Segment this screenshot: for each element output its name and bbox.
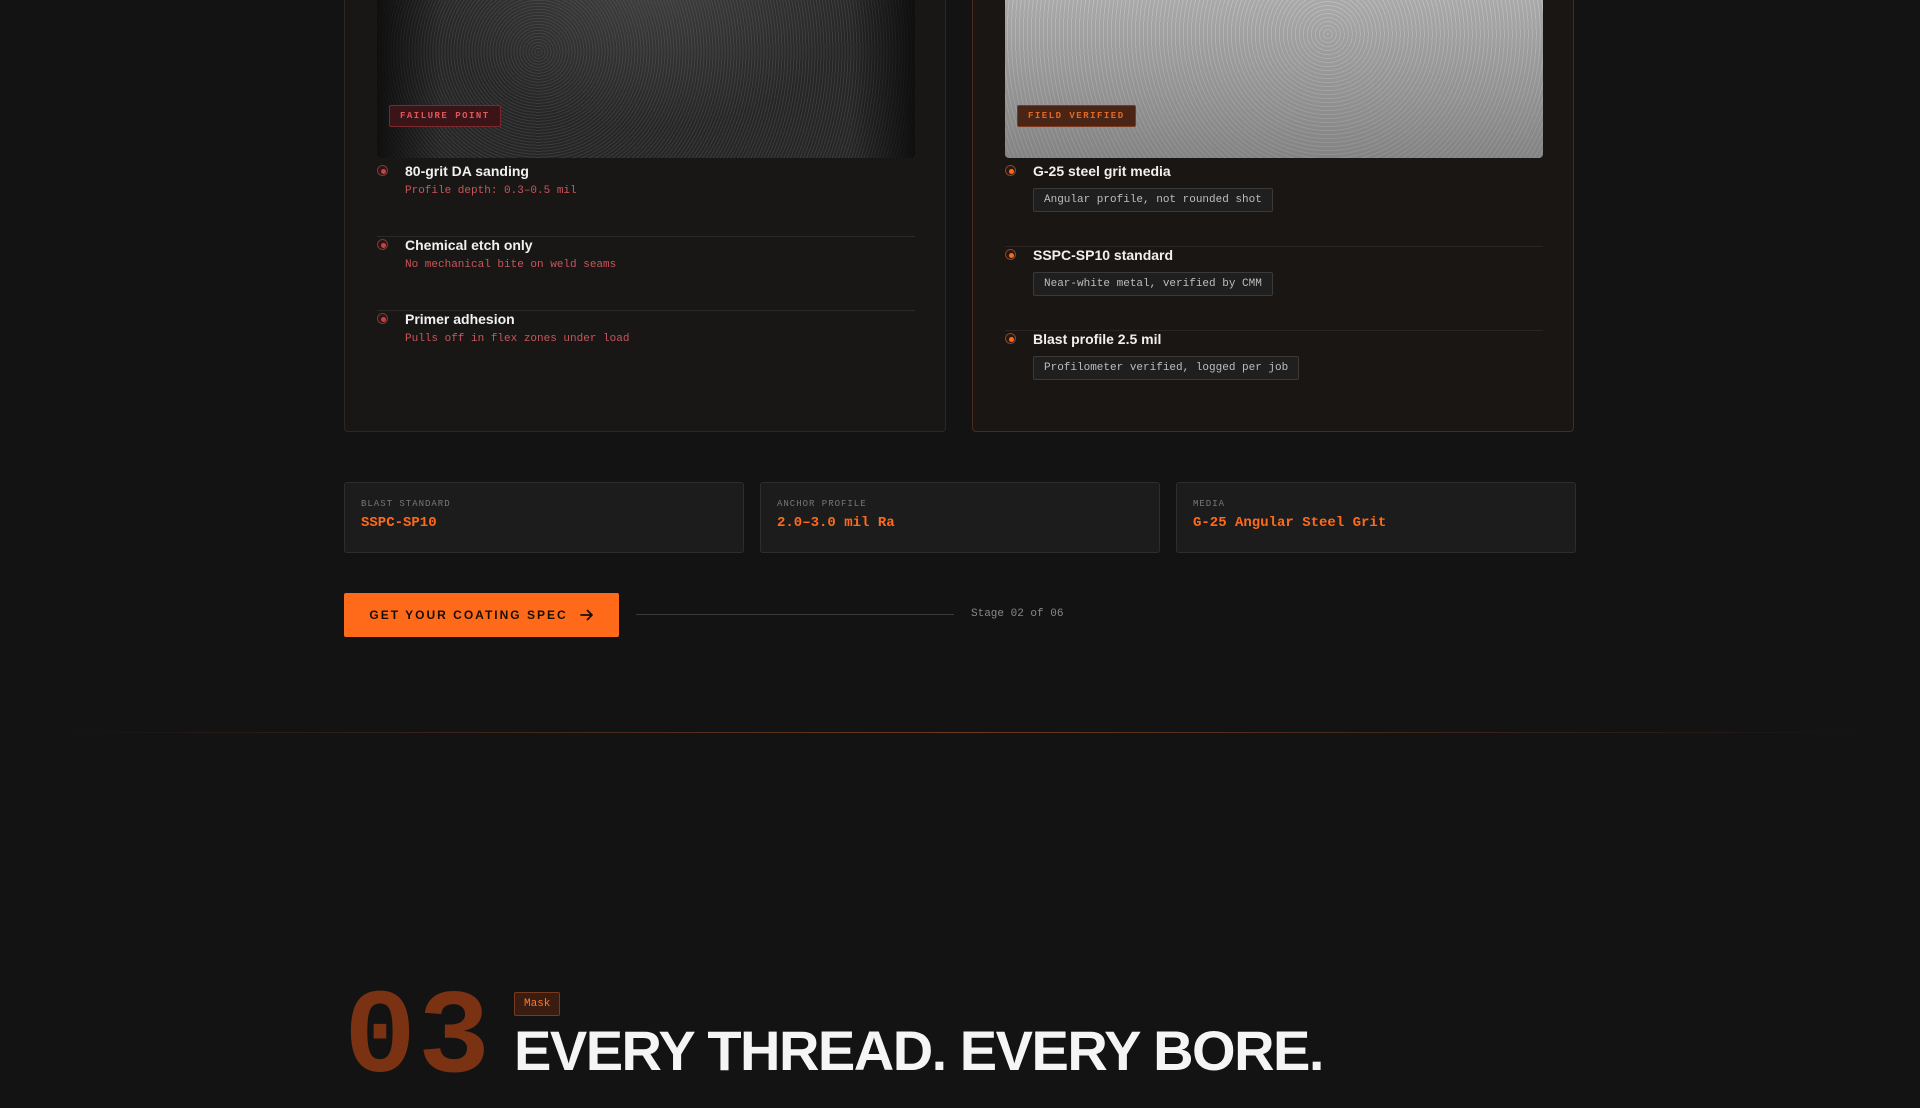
verified-item: SSPC-SP10 standard Near-white metal, ver…	[1005, 247, 1543, 331]
arrow-right-icon	[579, 609, 593, 621]
stat-value: SSPC-SP10	[361, 515, 437, 531]
section-title: EVERY THREAD. EVERY BORE.	[514, 1019, 1324, 1082]
failure-dot-icon	[377, 313, 388, 324]
stat-value: 2.0–3.0 mil Ra	[777, 515, 895, 531]
stat-label: BLAST STANDARD	[361, 499, 451, 509]
failure-card: FAILURE POINT 80-grit DA sanding Profile…	[344, 0, 946, 432]
stat-value: G-25 Angular Steel Grit	[1193, 515, 1387, 531]
cta-label: GET YOUR COATING SPEC	[369, 608, 568, 622]
section-divider	[60, 732, 1860, 733]
failure-list: 80-grit DA sanding Profile depth: 0.3–0.…	[377, 163, 915, 385]
verified-item: G-25 steel grit media Angular profile, n…	[1005, 163, 1543, 247]
stat-label: ANCHOR PROFILE	[777, 499, 867, 509]
stat-media: MEDIA G-25 Angular Steel Grit	[1176, 482, 1576, 553]
stat-label: MEDIA	[1193, 499, 1226, 509]
verified-dot-icon	[1005, 249, 1016, 260]
failure-point-tag: FAILURE POINT	[389, 105, 501, 127]
failure-dot-icon	[377, 165, 388, 176]
progress-line	[636, 614, 954, 615]
get-coating-spec-button[interactable]: GET YOUR COATING SPEC	[344, 593, 619, 637]
failure-item-detail: Profile depth: 0.3–0.5 mil	[405, 185, 577, 197]
failure-item-detail: Pulls off in flex zones under load	[405, 333, 630, 345]
verified-item: Blast profile 2.5 mil Profilometer verif…	[1005, 331, 1543, 415]
stat-anchor-profile: ANCHOR PROFILE 2.0–3.0 mil Ra	[760, 482, 1160, 553]
verified-list: G-25 steel grit media Angular profile, n…	[1005, 163, 1543, 415]
verified-item-title: SSPC-SP10 standard	[1033, 247, 1174, 263]
verified-item-detail: Profilometer verified, logged per job	[1033, 356, 1300, 380]
stat-blast-standard: BLAST STANDARD SSPC-SP10	[344, 482, 744, 553]
failure-item: Primer adhesion Pulls off in flex zones …	[377, 311, 915, 385]
stage-indicator: Stage 02 of 06	[971, 608, 1064, 620]
verified-photo: FIELD VERIFIED	[1005, 0, 1543, 158]
failure-item-detail: No mechanical bite on weld seams	[405, 259, 617, 271]
failure-item-title: 80-grit DA sanding	[405, 163, 529, 179]
verified-item-title: G-25 steel grit media	[1033, 163, 1171, 179]
field-verified-tag: FIELD VERIFIED	[1017, 105, 1136, 127]
verified-item-detail: Angular profile, not rounded shot	[1033, 188, 1273, 212]
failure-item-title: Chemical etch only	[405, 237, 533, 253]
section-number: 03	[344, 972, 493, 1108]
failure-item-title: Primer adhesion	[405, 311, 515, 327]
failure-dot-icon	[377, 239, 388, 250]
failure-item: 80-grit DA sanding Profile depth: 0.3–0.…	[377, 163, 915, 237]
failure-photo: FAILURE POINT	[377, 0, 915, 158]
verified-dot-icon	[1005, 165, 1016, 176]
verified-card: FIELD VERIFIED G-25 steel grit media Ang…	[972, 0, 1574, 432]
verified-item-title: Blast profile 2.5 mil	[1033, 331, 1162, 347]
section-tag: Mask	[514, 992, 561, 1016]
verified-dot-icon	[1005, 333, 1016, 344]
failure-item: Chemical etch only No mechanical bite on…	[377, 237, 915, 311]
verified-item-detail: Near-white metal, verified by CMM	[1033, 272, 1273, 296]
